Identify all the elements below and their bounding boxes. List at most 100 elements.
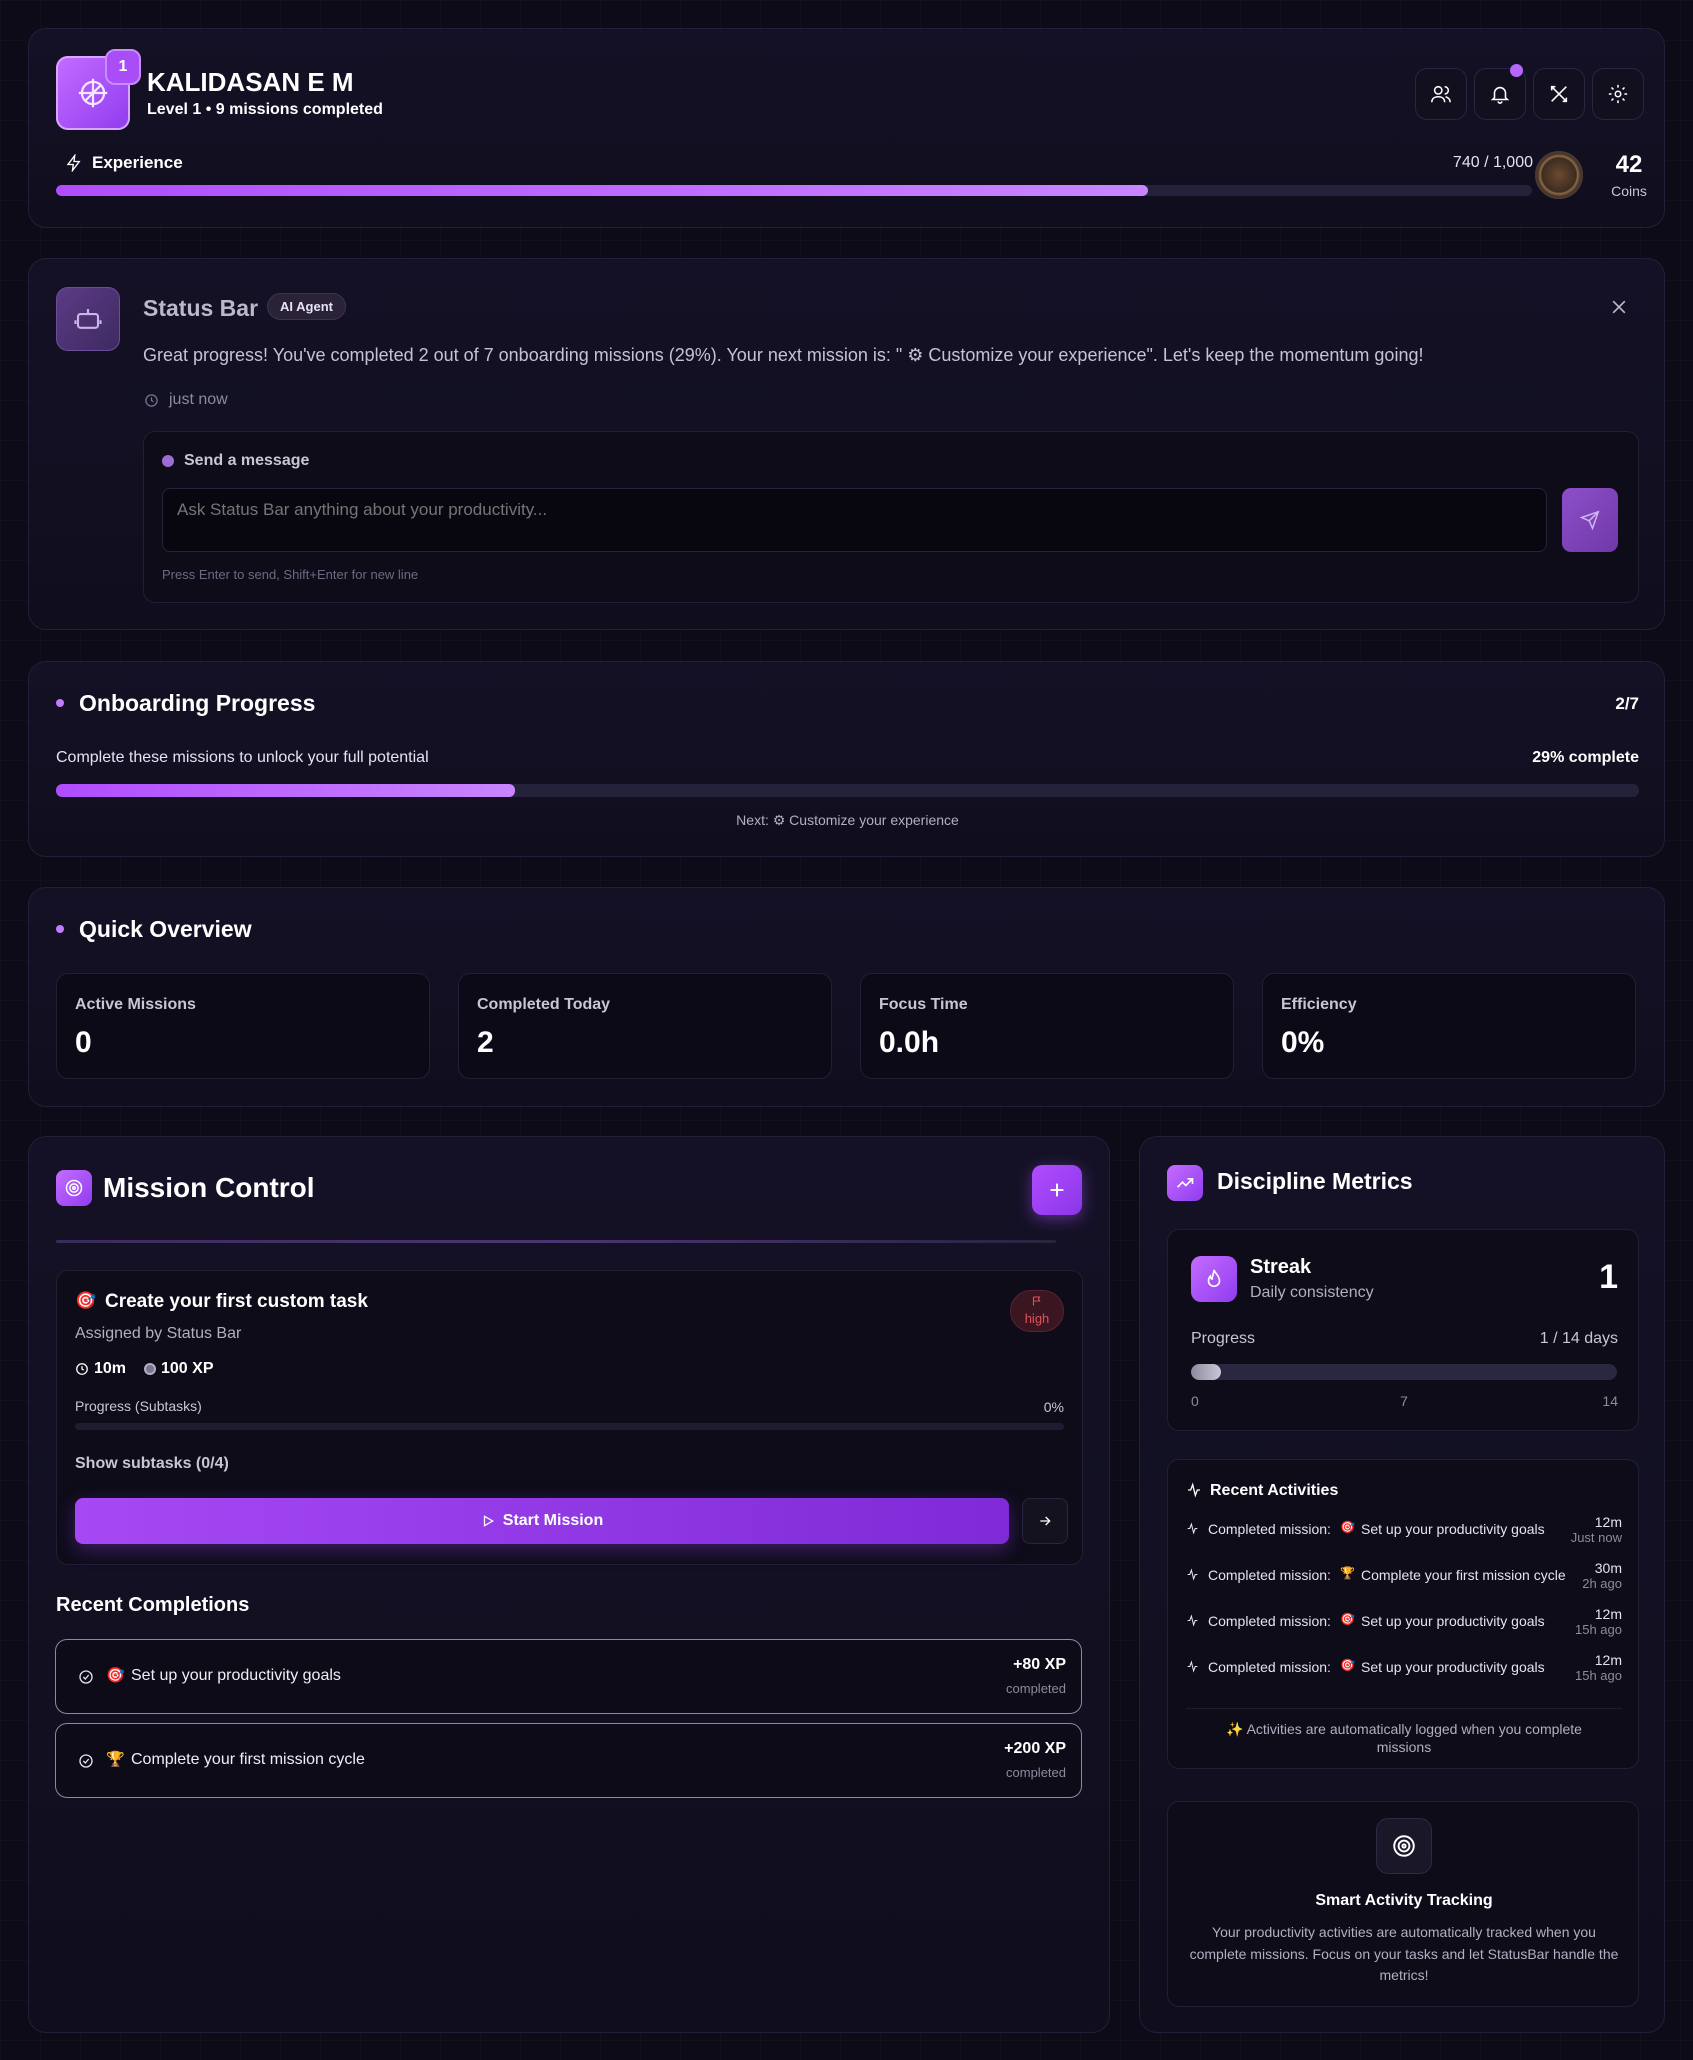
profile-header: 1 KALIDASAN E M Level 1 • 9 missions com… (28, 28, 1665, 228)
activity-emoji: 🎯 (1340, 1658, 1355, 1672)
task-duration: 10m (94, 1360, 127, 1377)
onboarding-percent: 29% complete (1532, 749, 1639, 766)
completion-row[interactable]: 🎯 Set up your productivity goals +80 XP … (55, 1639, 1082, 1714)
agent-card: Status Bar AI Agent Great progress! You'… (28, 258, 1665, 630)
activity-title: Set up your productivity goals (1361, 1613, 1545, 1629)
mission-scroll-indicator (56, 1240, 1056, 1243)
streak-progress-fill (1191, 1364, 1222, 1380)
tracking-text: Your productivity activities are automat… (1189, 1924, 1619, 1984)
stat-card-efficiency: Efficiency 0% (1262, 973, 1636, 1079)
timer-icon (76, 1363, 88, 1375)
tracking-icon-box (1376, 1818, 1432, 1874)
task-assigned: Assigned by Status Bar (75, 1325, 242, 1342)
message-input[interactable] (162, 488, 1547, 552)
quick-overview-card: Quick Overview Active Missions 0 Complet… (28, 887, 1665, 1107)
onboarding-bar-fill (56, 784, 516, 797)
task-emoji: 🎯 (75, 1291, 97, 1310)
play-icon (483, 1515, 494, 1527)
onboarding-next: Next: ⚙ Customize your experience (736, 812, 959, 828)
tracking-title: Smart Activity Tracking (1315, 1892, 1493, 1909)
completion-title: Set up your productivity goals (131, 1667, 341, 1684)
send-message-dot (162, 455, 174, 467)
activity-duration: 12m (1594, 1514, 1622, 1530)
user-subtitle: Level 1 • 9 missions completed (147, 101, 383, 118)
stat-card-completed-today: Completed Today 2 (458, 973, 832, 1079)
open-task-button[interactable] (1022, 1498, 1068, 1544)
send-message-label: Send a message (184, 452, 310, 469)
onboarding-card: Onboarding Progress 2/7 Complete these m… (28, 661, 1665, 857)
discipline-icon-box (1167, 1165, 1203, 1201)
users-icon (1431, 85, 1451, 103)
notification-dot (1510, 64, 1523, 77)
agent-message: Great progress! You've completed 2 out o… (143, 345, 1424, 365)
activity-prefix: Completed mission: (1208, 1659, 1331, 1675)
settings-button[interactable] (1592, 68, 1644, 120)
activity-icon (1187, 1568, 1198, 1581)
coins-label: Coins (1611, 183, 1647, 199)
stat-label: Focus Time (879, 996, 968, 1013)
completion-status: completed (1006, 1765, 1066, 1780)
discipline-title: Discipline Metrics (1217, 1168, 1413, 1194)
completion-emoji: 🏆 (106, 1751, 125, 1768)
clock-icon (145, 394, 158, 407)
recent-activities-title: Recent Activities (1210, 1482, 1339, 1499)
streak-subtitle: Daily consistency (1250, 1284, 1374, 1301)
activity-item: Completed mission: 🎯 Set up your product… (1186, 1606, 1622, 1648)
completion-emoji: 🎯 (106, 1667, 125, 1684)
flame-icon (1207, 1269, 1221, 1288)
lightning-icon (66, 154, 81, 172)
mission-control-icon-box (56, 1170, 92, 1206)
activity-item: Completed mission: 🎯 Set up your product… (1186, 1514, 1622, 1556)
target-icon (65, 1179, 83, 1197)
check-circle-icon (79, 1670, 93, 1684)
users-button[interactable] (1415, 68, 1467, 120)
stat-value: 0% (1281, 1026, 1325, 1059)
activity-duration: 12m (1594, 1606, 1622, 1622)
onboarding-count: 2/7 (1615, 694, 1639, 713)
experience-bar-fill (56, 185, 1149, 196)
flag-icon (1032, 1296, 1041, 1306)
add-mission-button[interactable] (1032, 1165, 1082, 1215)
check-circle-icon (79, 1754, 93, 1768)
completion-xp: +80 XP (1013, 1656, 1066, 1673)
task-progress-value: 0% (1043, 1399, 1064, 1415)
activity-time: 15h ago (1575, 1622, 1622, 1637)
activity-prefix: Completed mission: (1208, 1521, 1331, 1537)
onboarding-dot (56, 699, 64, 707)
streak-progress-label: Progress (1191, 1330, 1256, 1347)
streak-icon-box (1191, 1256, 1237, 1302)
mission-control-card: Mission Control 🎯 Create your first cust… (28, 1136, 1110, 2033)
completion-row[interactable]: 🏆 Complete your first mission cycle +200… (55, 1723, 1082, 1798)
activity-prefix: Completed mission: (1208, 1567, 1331, 1583)
agent-name: Status Bar (143, 295, 259, 321)
agent-badge: AI Agent (267, 293, 346, 320)
completion-xp: +200 XP (1004, 1740, 1066, 1757)
coin-icon (1535, 151, 1583, 199)
streak-progress-text: 1 / 14 days (1539, 1330, 1618, 1347)
bell-icon (1490, 86, 1510, 104)
stat-value: 2 (477, 1026, 494, 1059)
robot-icon (74, 309, 102, 329)
activity-item: Completed mission: 🎯 Set up your product… (1186, 1652, 1622, 1694)
show-subtasks-toggle[interactable]: Show subtasks (0/4) (75, 1455, 229, 1473)
mission-control-title: Mission Control (103, 1172, 315, 1203)
streak-title: Streak (1250, 1256, 1312, 1278)
close-icon[interactable] (1609, 297, 1629, 317)
streak-tick: 7 (1400, 1393, 1408, 1409)
activity-time: 15h ago (1575, 1668, 1622, 1683)
tools-button[interactable] (1533, 68, 1585, 120)
task-xp: 100 XP (161, 1360, 214, 1377)
send-button[interactable] (1562, 488, 1618, 552)
start-mission-button[interactable]: Start Mission (75, 1498, 1009, 1544)
activity-duration: 12m (1594, 1652, 1622, 1668)
message-composer: Send a message Press Enter to send, Shif… (143, 431, 1639, 603)
streak-tick: 14 (1602, 1393, 1618, 1409)
agent-avatar (56, 287, 120, 351)
activity-emoji: 🎯 (1340, 1612, 1355, 1626)
xp-coin-icon (144, 1363, 156, 1375)
experience-label: Experience (92, 153, 183, 172)
user-name: KALIDASAN E M (147, 67, 354, 97)
target-icon (1393, 1835, 1415, 1857)
stat-card-active-missions: Active Missions 0 (56, 973, 430, 1079)
onboarding-description: Complete these missions to unlock your f… (56, 749, 429, 766)
